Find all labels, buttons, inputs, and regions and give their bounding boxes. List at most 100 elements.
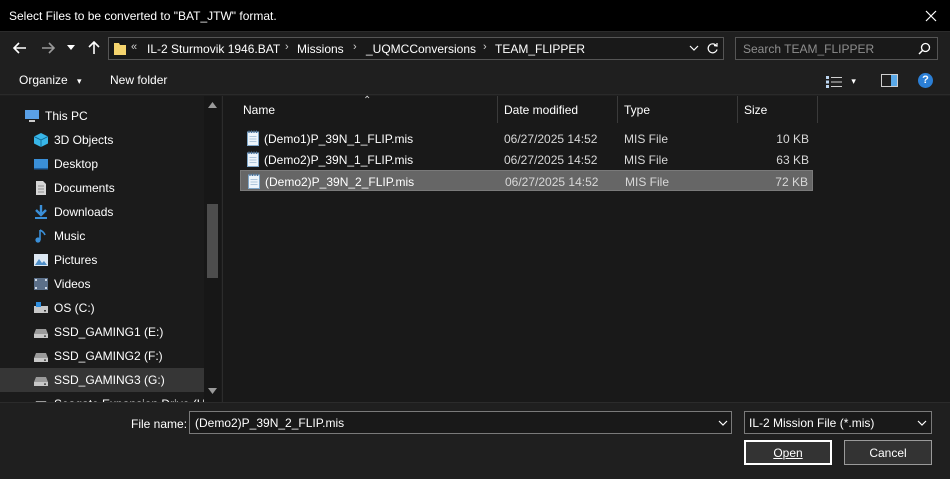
close-button[interactable] [912,0,950,32]
sidebar-item-label: Desktop [54,157,99,171]
breadcrumb-separator[interactable]: › [353,41,357,53]
sidebar-item[interactable]: This PC [0,104,204,128]
sidebar-item[interactable]: SSD_GAMING3 (G:) [0,368,204,392]
chevron-down-icon[interactable] [689,45,699,52]
cancel-button[interactable]: Cancel [844,440,932,465]
open-label: Open [773,445,803,460]
sidebar-item-label: Documents [54,181,115,195]
view-options-button[interactable]: ▾ [826,74,856,88]
sidebar-item[interactable]: Desktop [0,152,204,176]
command-bar: Organize ▾ New folder ▾ ? [0,66,950,95]
breadcrumb-separator[interactable]: › [483,41,487,53]
navigation-scrollbar[interactable] [204,96,221,402]
sidebar-item[interactable]: Downloads [0,200,204,224]
file-date-modified: 06/27/2025 14:52 [504,153,598,167]
breadcrumb-item[interactable]: TEAM_FLIPPER [495,42,585,56]
file-type: MIS File [624,153,669,167]
sidebar-item[interactable]: Pictures [0,248,204,272]
breadcrumb-item[interactable]: _UQMCConversions [366,42,476,56]
scroll-down-icon[interactable] [208,388,217,394]
refresh-icon[interactable] [706,42,719,55]
sidebar-item-label: SSD_GAMING2 (F:) [54,349,163,363]
notepad-file-icon [246,151,260,170]
breadcrumb-overflow[interactable]: « [131,41,137,53]
search-icon[interactable] [918,42,931,55]
organize-label: Organize [19,73,68,87]
notepad-file-icon [246,130,260,149]
file-name-label: File name: [131,417,188,431]
breadcrumb-item[interactable]: Missions [297,42,344,56]
file-row[interactable]: (Demo2)P_39N_1_FLIP.mis 06/27/2025 14:52 M… [240,149,813,170]
sidebar-item-label: Downloads [54,205,114,219]
column-header-size[interactable]: Size [738,96,818,123]
address-bar[interactable]: « IL-2 Sturmovik 1946.BAT › Missions › _… [108,37,724,60]
cube-icon [33,133,49,147]
navigation-pane: This PC 3D Objects Desktop Documents Downloa… [0,96,222,402]
drive-icon [33,325,49,339]
file-name: (Demo1)P_39N_1_FLIP.mis [264,132,414,146]
up-button[interactable] [83,37,105,59]
file-size: 10 KB [776,132,809,146]
file-name-input[interactable] [195,415,695,431]
chevron-down-icon[interactable] [718,420,728,427]
back-button[interactable] [9,37,31,59]
sidebar-item-label: SSD_GAMING3 (G:) [54,373,165,387]
file-size: 72 KB [775,175,808,189]
column-header-label: Type [624,103,651,117]
file-type-value: IL-2 Mission File (*.mis) [749,416,875,430]
file-row[interactable]: (Demo1)P_39N_1_FLIP.mis 06/27/2025 14:52 M… [240,128,813,149]
open-button[interactable]: Open [744,440,832,465]
sidebar-item[interactable]: Documents [0,176,204,200]
breadcrumb-item[interactable]: IL-2 Sturmovik 1946.BAT [147,42,280,56]
sidebar-item[interactable]: SSD_GAMING1 (E:) [0,320,204,344]
file-row[interactable]: (Demo2)P_39N_2_FLIP.mis 06/27/2025 14:52 M… [240,170,813,191]
search-input[interactable] [743,41,913,57]
help-button[interactable]: ? [918,72,933,88]
file-date-modified: 06/27/2025 14:52 [504,132,598,146]
file-date-modified: 06/27/2025 14:52 [505,175,599,189]
chevron-down-icon [917,420,927,426]
column-header-date[interactable]: Date modified [498,96,618,123]
chevron-down-icon [67,45,75,50]
column-header-type[interactable]: Type [618,96,738,123]
sidebar-item[interactable]: Music [0,224,204,248]
preview-pane-icon [881,74,898,87]
sidebar-item-label: Music [54,229,86,243]
file-type: MIS File [625,175,670,189]
column-header-name[interactable]: Name [237,96,498,123]
sidebar-item-label: Videos [54,277,91,291]
search-box[interactable] [735,37,938,60]
music-icon [33,229,49,243]
computer-icon [24,109,40,123]
file-name: (Demo2)P_39N_1_FLIP.mis [264,153,414,167]
videos-icon [33,277,49,291]
chevron-down-icon: ▾ [77,76,82,86]
new-folder-button[interactable]: New folder [110,73,167,87]
sidebar-item[interactable]: SSD_GAMING2 (F:) [0,344,204,368]
column-header-label: Name [243,103,276,117]
file-type-select[interactable]: IL-2 Mission File (*.mis) [744,411,932,434]
breadcrumb-separator[interactable]: › [285,41,289,53]
sidebar-item[interactable]: 3D Objects [0,128,204,152]
notepad-file-icon [247,173,261,192]
pictures-icon [33,253,49,267]
file-name-combobox[interactable] [189,411,732,434]
preview-pane-button[interactable] [881,74,898,90]
recent-locations-button[interactable] [63,37,79,59]
back-arrow-icon [13,42,26,54]
sidebar-item-label: Pictures [54,253,98,267]
scrollbar-thumb[interactable] [207,204,218,278]
close-icon [925,10,937,22]
sidebar-item[interactable]: Videos [0,272,204,296]
drive-icon [33,373,49,387]
forward-button[interactable] [37,37,59,59]
sidebar-item-label: SSD_GAMING1 (E:) [54,325,164,339]
organize-button[interactable]: Organize ▾ [19,73,82,87]
drive-os-icon [33,301,49,315]
help-icon: ? [918,73,933,88]
sidebar-item-label: 3D Objects [54,133,114,147]
drive-icon [33,349,49,363]
sidebar-item[interactable]: Seagate Expansion Drive (H:) [0,392,213,402]
sidebar-item[interactable]: OS (C:) [0,296,204,320]
scroll-up-icon[interactable] [208,102,217,108]
